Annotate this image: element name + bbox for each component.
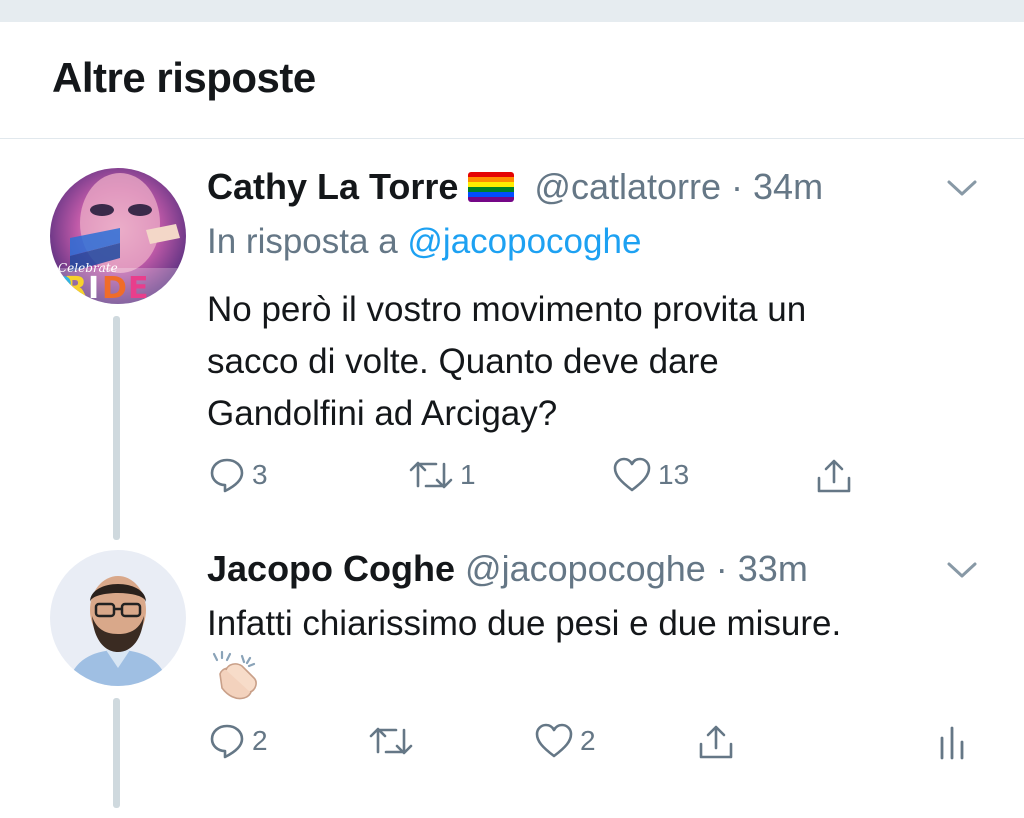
chevron-down-icon[interactable] [946, 560, 978, 580]
tweet-text-line: Infatti chiarissimo due pesi e due misur… [207, 604, 842, 643]
tweet-text-line: sacco di volte. Quanto deve dare [207, 342, 719, 381]
like-count: 2 [580, 725, 596, 756]
reply-count: 2 [252, 725, 268, 756]
analytics-icon [940, 726, 964, 760]
reply-count: 3 [252, 459, 268, 490]
tweet-header: Jacopo Coghe @jacopocoghe · 33m [207, 548, 808, 590]
author-name[interactable]: Jacopo Coghe [207, 548, 455, 589]
section-title: Altre risposte [52, 54, 316, 101]
avatar-cathy[interactable]: Celebrate R I D E P [50, 168, 186, 304]
svg-text:I: I [88, 271, 99, 304]
author-handle[interactable]: @jacopocoghe [465, 548, 706, 589]
tweet-text: Infatti chiarissimo due pesi e due misur… [207, 598, 841, 650]
svg-text:P: P [50, 271, 72, 304]
avatar-jacopo[interactable] [50, 550, 186, 686]
share-icon [699, 725, 733, 759]
reply-icon [210, 724, 244, 759]
reply-button[interactable]: 3 [208, 456, 268, 494]
like-button[interactable]: 13 [612, 456, 689, 494]
status-strip [0, 0, 1024, 22]
share-button[interactable] [814, 456, 854, 496]
tweet-text-line: Gandolfini ad Arcigay? [207, 394, 558, 433]
like-count: 13 [658, 459, 690, 490]
reply-prefix: In risposta a [207, 222, 398, 261]
svg-text:E: E [128, 271, 149, 304]
reply-icon [210, 458, 244, 493]
reply-mention-link[interactable]: @jacopocoghe [407, 222, 641, 261]
tweet-text-line: No però il vostro movimento provita un [207, 290, 807, 329]
tweet-time: · 33m [715, 548, 808, 589]
analytics-button[interactable] [936, 722, 968, 762]
chevron-down-icon[interactable] [946, 178, 978, 198]
reply-context: In risposta a @jacopocoghe [207, 222, 641, 262]
like-button[interactable]: 2 [534, 722, 596, 760]
author-handle[interactable]: @catlatorre [534, 166, 721, 207]
heart-icon [535, 723, 573, 758]
section-header: Altre risposte [0, 22, 1024, 139]
retweet-button[interactable]: 1 [408, 456, 476, 494]
tweet-time: · 34m [731, 166, 824, 207]
thread-line [113, 316, 120, 540]
svg-text:D: D [102, 271, 127, 304]
rainbow-flag-icon [468, 172, 515, 202]
thread-line [113, 698, 120, 808]
clapping-hands-icon [206, 648, 262, 704]
tweet-header: Cathy La Torre @catlatorre · 34m [207, 166, 823, 208]
reply-button[interactable]: 2 [208, 722, 268, 760]
share-icon [817, 459, 851, 493]
author-name[interactable]: Cathy La Torre [207, 166, 458, 207]
retweet-button[interactable] [368, 722, 420, 760]
retweet-icon [409, 461, 453, 489]
retweet-icon [369, 727, 413, 755]
share-button[interactable] [696, 722, 736, 762]
tweet-text: No però il vostro movimento provita un s… [207, 284, 806, 440]
retweet-count: 1 [460, 459, 476, 490]
heart-icon [613, 457, 651, 492]
